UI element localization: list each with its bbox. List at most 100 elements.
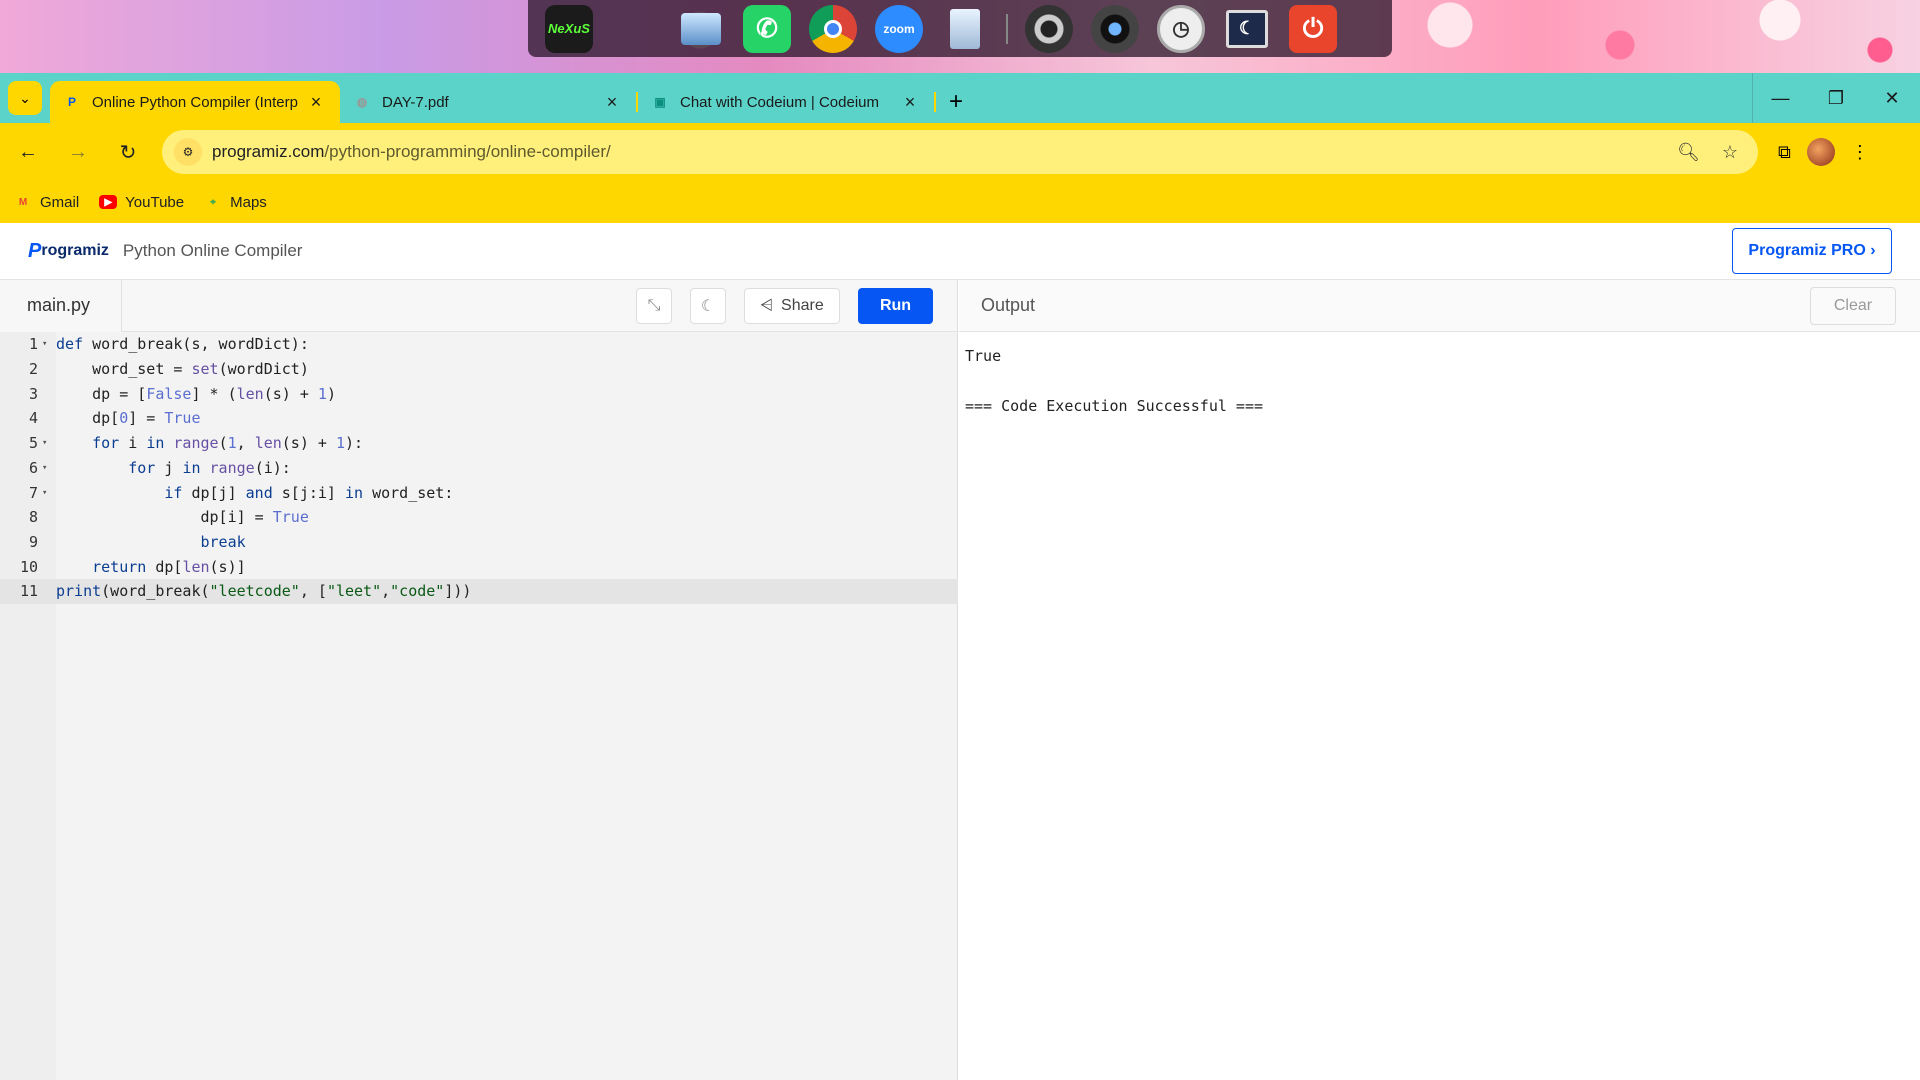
output-console[interactable]: True === Code Execution Successful === [959,332,1920,431]
close-icon: ✕ [1884,87,1900,108]
arrow-right-icon: → [68,140,88,163]
code-line: 6 ▾ for j in range(i): [28,458,291,477]
monitor-icon[interactable]: ☾ [1214,0,1280,57]
code-line: 3 dp = [False] * (len(s) + 1) [28,384,336,403]
file-tab[interactable]: main.py [0,279,122,332]
fold-arrow-icon: ▾ [42,487,48,498]
code-line: 5 ▾ for i in range(1, len(s) + 1): [28,434,364,453]
tab-codeium-chat[interactable]: ▣ Chat with Codeium | Codeium × [638,81,934,123]
whatsapp-icon[interactable]: ✆ [734,0,800,57]
fold-arrow-icon: ▾ [42,462,48,473]
tab-title: Online Python Compiler (Interp [92,93,298,111]
fullscreen-button[interactable]: ⤡ [636,287,672,324]
minimize-button[interactable]: — [1752,73,1808,123]
code-line: 8 dp[i] = True [28,508,309,527]
bookmark-label: Maps [230,193,267,211]
code-line: 7 ▾ if dp[j] and s[j:i] in word_set: [28,483,454,502]
fold-arrow-icon: ▾ [42,438,48,449]
programiz-favicon-icon: P [67,95,76,109]
share-label: Share [781,296,824,314]
bookmark-youtube[interactable]: ▶ YouTube [99,194,184,211]
bookmarks-bar: M Gmail ▶ YouTube ⌖ Maps [0,181,1920,223]
nexus-label: NeXuS [545,4,593,53]
camera-icon[interactable] [1082,0,1148,57]
back-button[interactable]: ← [6,130,50,174]
computer-icon[interactable] [668,0,734,57]
bookmark-gmail[interactable]: M Gmail [14,194,79,211]
gmail-icon: M [18,196,28,208]
desktop-wallpaper: NeXuS ✆ zoom ◷ ☾ ⏻ [0,0,1920,73]
editor-toolbar: main.py ⤡ ☾ ⩤ Share Run [0,279,957,332]
youtube-icon: ▶ [99,195,118,209]
reload-icon: ↻ [119,141,137,164]
programiz-pro-button[interactable]: Programiz PRO › [1732,228,1892,274]
plus-icon: + [948,88,963,115]
output-title: Output [981,295,1036,315]
zoom-label: zoom [875,4,923,53]
url-path: /python-programming/online-compiler/ [324,142,611,161]
more-menu-icon[interactable]: ⋮ [1851,142,1869,163]
reload-button[interactable]: ↻ [106,130,150,174]
tab-search-button[interactable]: ⌄ [8,81,42,115]
tab-day7-pdf[interactable]: ◍ DAY-7.pdf × [340,81,636,123]
programiz-logo[interactable]: Programiz [28,240,109,263]
code-line-active: 11 print(word_break("leetcode", ["leet",… [0,579,958,604]
logo-letter: P [28,239,42,262]
browser-toolbar: ← → ↻ ⚙ programiz.com/python-programming… [0,123,1920,181]
restore-button[interactable]: ❐ [1808,73,1864,123]
dock-separator [1006,13,1008,44]
site-info-icon[interactable]: ⚙ [174,138,202,166]
bookmark-label: YouTube [125,193,185,211]
code-editor[interactable]: 1 ▾ def word_break(s, wordDict): 2 word_s… [0,332,958,1080]
code-line: 4 dp[0] = True [28,409,201,428]
recycle-bin-icon[interactable] [932,0,998,57]
logo-text: rogramiz [41,242,109,259]
close-window-button[interactable]: ✕ [1864,73,1920,123]
dock: NeXuS ✆ zoom ◷ ☾ ⏻ [528,0,1392,57]
editor-pane: main.py ⤡ ☾ ⩤ Share Run 1 ▾ def word_brea… [0,279,958,1080]
nexus-icon[interactable]: NeXuS [536,0,602,57]
bookmark-star-icon[interactable]: ☆ [1722,142,1738,163]
clock-icon[interactable]: ◷ [1148,0,1214,57]
globe-icon: ◍ [356,95,368,109]
output-pane: Output Clear True === Code Execution Suc… [959,280,1920,1080]
site-header: Programiz Python Online Compiler Program… [0,223,1920,280]
power-icon[interactable]: ⏻ [1280,0,1346,57]
close-icon[interactable]: × [602,92,622,113]
share-button[interactable]: ⩤ Share [744,287,840,324]
codeium-favicon-icon: ▣ [654,95,666,109]
close-icon[interactable]: × [900,92,920,113]
extensions-icon[interactable]: ⧉ [1778,142,1791,163]
profile-avatar[interactable] [1806,138,1835,166]
forward-button[interactable]: → [56,130,100,174]
restore-icon: ❐ [1827,87,1845,108]
window-controls: — ❐ ✕ [1752,73,1920,123]
arrow-left-icon: ← [18,140,38,163]
moon-icon: ☾ [700,297,716,315]
zoom-icon[interactable]: zoom [866,0,932,57]
chevron-down-icon: ⌄ [19,89,31,106]
windows-icon[interactable] [602,0,668,57]
speaker-icon[interactable] [1016,0,1082,57]
page-title: Python Online Compiler [122,241,303,260]
chrome-icon[interactable] [800,0,866,57]
maps-icon: ⌖ [210,196,216,208]
output-header: Output Clear [959,280,1920,332]
tab-title: DAY-7.pdf [382,93,449,111]
share-icon: ⩤ [760,296,774,314]
bookmark-label: Gmail [40,193,80,211]
code-line: 1 ▾ def word_break(s, wordDict): [28,335,309,354]
close-icon[interactable]: × [306,92,326,113]
new-tab-button[interactable]: + [936,81,976,123]
zoom-magnifier-icon[interactable]: 🔍︎ [1677,142,1700,163]
url-host: programiz.com [212,142,325,161]
tab-online-python-compiler[interactable]: P Online Python Compiler (Interp × [50,81,340,123]
theme-toggle-button[interactable]: ☾ [690,287,726,324]
address-bar[interactable]: ⚙ programiz.com/python-programming/onlin… [162,130,1758,174]
tab-title: Chat with Codeium | Codeium [680,93,879,111]
run-button[interactable]: Run [858,287,933,324]
minimize-icon: — [1771,87,1790,108]
bookmark-maps[interactable]: ⌖ Maps [204,194,267,211]
code-line: 10 return dp[len(s)] [19,557,246,576]
clear-button[interactable]: Clear [1810,286,1896,325]
